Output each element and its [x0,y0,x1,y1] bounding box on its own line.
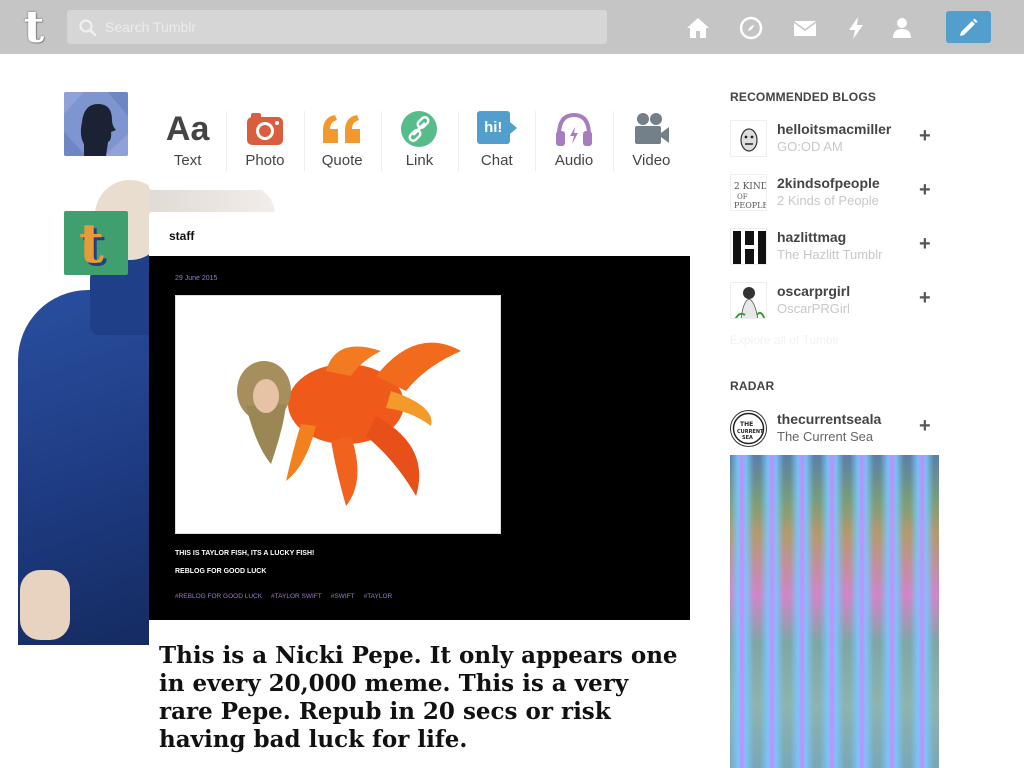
post-type-video[interactable]: Video [612,93,690,190]
post-type-photo[interactable]: Photo [226,93,303,190]
text-aa-icon: Aa [165,110,210,148]
blog-avatar [730,228,767,265]
goldfish-illustration [237,342,461,506]
image-tag: #REBLOG FOR GOOD LUCK [175,593,263,600]
blog-name: hazlittmag [777,229,847,245]
svg-text:OF: OF [737,193,748,201]
svg-text:2 KINDS: 2 KINDS [734,182,767,192]
headphones-icon [556,112,593,146]
recommended-blogs-heading: RECOMMENDED BLOGS [730,90,877,104]
svg-text:PEOPLE: PEOPLE [734,201,767,210]
recommended-blog-item[interactable]: helloitsmacmiller GO:OD AM + [730,118,940,158]
blog-avatar: 2 KINDSOFPEOPLE [730,174,767,211]
blog-name: oscarprgirl [777,283,851,299]
blog-title: The Hazlitt Tumblr [777,247,883,262]
post-type-label: Photo [245,152,285,169]
post-type-chat[interactable]: hi! Chat [458,93,535,190]
quote-icon [323,115,361,143]
follow-plus-icon[interactable]: + [919,233,931,256]
post-type-label: Chat [480,152,513,169]
image-tag: #TAYLOR SWIFT [271,593,322,600]
blog-title: 2 Kinds of People [777,193,879,208]
post-type-link[interactable]: Link [380,93,458,190]
account-icon[interactable] [890,16,914,40]
image-tag: #SWIFT [330,593,355,600]
image-tags: #REBLOG FOR GOOD LUCK #TAYLOR SWIFT #SWI… [175,593,392,600]
follow-plus-icon[interactable]: + [919,415,931,438]
radar-post-image[interactable] [730,455,939,768]
video-camera-icon [635,113,670,144]
blog-name: helloitsmacmiller [777,121,892,137]
search-bar[interactable] [67,10,607,44]
post-type-quote[interactable]: Quote [303,93,381,190]
blog-title: GO:OD AM [777,139,843,154]
chat-bubble-icon: hi! [476,111,517,147]
search-icon [79,19,97,37]
blog-title: The Current Sea [777,429,874,444]
svg-text:THE: THE [740,421,753,428]
tumblr-logo[interactable]: t [18,6,50,50]
follow-plus-icon[interactable]: + [919,179,931,202]
blog-name: thecurrentseala [777,411,882,427]
goldfish-picture [175,295,501,534]
inbox-icon[interactable] [793,16,817,40]
recommended-blog-item[interactable]: hazlittmag The Hazlitt Tumblr + [730,226,940,266]
svg-text:SEA: SEA [742,435,753,441]
recommended-blog-item[interactable]: oscarprgirl OscarPRGirl + [730,280,940,320]
post-type-audio[interactable]: Audio [535,93,612,190]
blog-name: 2kindsofpeople [777,175,880,191]
post-type-label: Link [405,152,434,169]
post-author[interactable]: staff [169,229,194,243]
explore-link[interactable]: Explore all of Tumblr [730,333,839,347]
camera-icon [246,113,283,145]
recommended-blog-item[interactable]: 2 KINDSOFPEOPLE 2kindsofpeople 2 Kinds o… [730,172,940,212]
post-image[interactable]: 29 June 2015 THIS IS TAYLOR FISH, ITS A … [149,256,690,620]
user-avatar[interactable] [64,92,128,156]
dashboard-post: staff 29 June 2015 THIS IS TAYLOR FISH, … [149,212,690,768]
blog-avatar: THE CURRENT SEA [730,410,767,447]
top-header: t [0,0,1024,54]
blog-title: OscarPRGirl [777,301,850,316]
compose-button[interactable] [946,11,991,43]
post-type-bar: Aa Text Photo Quote Link hi! Chat Audio … [149,93,690,190]
follow-plus-icon[interactable]: + [919,125,931,148]
image-date: 29 June 2015 [175,275,218,282]
image-tag: #TAYLOR [363,593,393,600]
radar-heading: RADAR [730,379,775,393]
explore-icon[interactable] [739,16,763,40]
activity-icon[interactable] [844,16,868,40]
follow-plus-icon[interactable]: + [919,287,931,310]
post-type-label: Audio [554,152,594,169]
home-icon[interactable] [686,16,710,40]
post-type-text[interactable]: Aa Text [149,93,226,190]
link-icon [401,111,438,147]
radar-blog-item[interactable]: THE CURRENT SEA thecurrentseala The Curren… [730,408,940,448]
image-caption-line2: REBLOG FOR GOOD LUCK [175,568,267,575]
post-header: staff [149,212,690,256]
post-type-label: Text [173,152,202,169]
post-type-label: Quote [321,152,363,169]
pencil-icon [960,18,978,36]
search-input[interactable] [105,10,595,44]
post-caption: This is a Nicki Pepe. It only appears on… [159,642,678,753]
user-silhouette-icon [64,92,128,156]
tumblr-t-icon: t t [79,211,107,275]
image-caption-line1: THIS IS TAYLOR FISH, ITS A LUCKY FISH! [175,550,315,557]
blog-avatar [730,282,767,319]
post-type-label: Video [632,152,671,169]
blog-avatar [730,120,767,157]
svg-text:t: t [79,211,104,275]
staff-avatar[interactable]: t t [64,211,128,275]
